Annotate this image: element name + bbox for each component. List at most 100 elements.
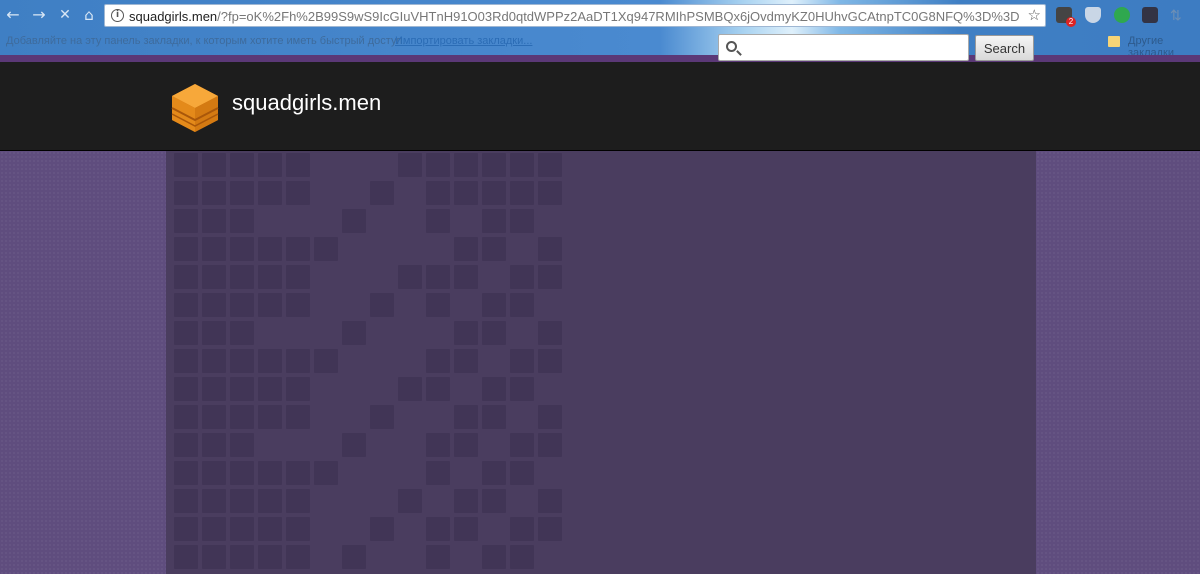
pattern-tile (286, 545, 310, 569)
pattern-tile (230, 349, 254, 373)
pattern-tile (286, 293, 310, 317)
pattern-tile (286, 461, 310, 485)
search-input[interactable] (718, 34, 969, 61)
pattern-tile (482, 461, 506, 485)
pattern-tile (482, 405, 506, 429)
pattern-tile (538, 349, 562, 373)
pattern-tile (538, 181, 562, 205)
pattern-tile (174, 181, 198, 205)
pattern-tile (370, 405, 394, 429)
pattern-tile (510, 265, 534, 289)
pattern-tile (538, 405, 562, 429)
address-bar[interactable]: i squadgirls.men/?fp=oK%2Fh%2B99S9wS9IcG… (104, 4, 1046, 27)
sync-arrows-icon[interactable]: ⇅ (1170, 7, 1184, 23)
home-icon[interactable]: ⌂ (78, 4, 100, 26)
pattern-tile (230, 433, 254, 457)
pattern-tile (482, 153, 506, 177)
pattern-tile (538, 265, 562, 289)
pattern-tile (426, 433, 450, 457)
pattern-tile (426, 209, 450, 233)
pattern-tile (538, 489, 562, 513)
pattern-tile (286, 181, 310, 205)
pattern-tile (202, 405, 226, 429)
pattern-tile (342, 209, 366, 233)
pattern-tile (510, 545, 534, 569)
folder-icon (1108, 36, 1120, 47)
pattern-tile (202, 461, 226, 485)
pattern-tile (230, 405, 254, 429)
pattern-tile (174, 377, 198, 401)
pattern-tile (202, 321, 226, 345)
pattern-tile (258, 181, 282, 205)
pattern-tile (202, 545, 226, 569)
pattern-tile (230, 293, 254, 317)
background-pattern (174, 151, 570, 574)
pattern-tile (230, 209, 254, 233)
back-arrow-icon[interactable]: ← (2, 4, 24, 26)
pattern-tile (454, 489, 478, 513)
pattern-tile (230, 153, 254, 177)
pattern-tile (426, 181, 450, 205)
pattern-tile (426, 265, 450, 289)
pattern-tile (202, 489, 226, 513)
pattern-tile (426, 461, 450, 485)
pattern-tile (230, 377, 254, 401)
pattern-tile (510, 433, 534, 457)
stop-icon[interactable]: ✕ (54, 4, 76, 26)
checkmark-icon[interactable] (1114, 7, 1130, 23)
logo-cube-icon[interactable] (170, 82, 220, 134)
forward-arrow-icon[interactable]: → (28, 4, 50, 26)
extension-icon-dark[interactable] (1142, 7, 1158, 23)
url-text[interactable]: squadgirls.men/?fp=oK%2Fh%2B99S9wS9IcGIu… (129, 9, 1019, 24)
pattern-tile (174, 349, 198, 373)
pattern-tile (426, 517, 450, 541)
site-title[interactable]: squadgirls.men (232, 90, 381, 116)
pattern-tile (202, 265, 226, 289)
pattern-tile (510, 349, 534, 373)
pattern-tile (174, 433, 198, 457)
pattern-tile (202, 349, 226, 373)
pattern-tile (258, 377, 282, 401)
pattern-tile (510, 461, 534, 485)
pattern-tile (174, 209, 198, 233)
pattern-tile (174, 489, 198, 513)
pattern-tile (454, 181, 478, 205)
pattern-tile (202, 433, 226, 457)
pattern-tile (230, 461, 254, 485)
pattern-tile (398, 265, 422, 289)
pattern-tile (230, 237, 254, 261)
pattern-tile (342, 545, 366, 569)
pattern-tile (202, 377, 226, 401)
pattern-tile (426, 545, 450, 569)
pattern-tile (286, 237, 310, 261)
pattern-tile (314, 461, 338, 485)
import-bookmarks-link[interactable]: Импортировать закладки... (395, 35, 532, 47)
site-info-icon[interactable]: i (111, 9, 124, 22)
right-background (1036, 151, 1200, 574)
search-button[interactable]: Search (975, 35, 1034, 61)
pattern-tile (202, 181, 226, 205)
pattern-tile (454, 321, 478, 345)
pattern-tile (426, 349, 450, 373)
pattern-tile (454, 433, 478, 457)
pattern-tile (482, 489, 506, 513)
pattern-tile (202, 153, 226, 177)
pattern-tile (510, 153, 534, 177)
pattern-tile (370, 293, 394, 317)
pattern-tile (258, 349, 282, 373)
bookmark-star-icon[interactable]: ☆ (1028, 6, 1041, 24)
url-host: squadgirls.men (129, 9, 218, 24)
pattern-tile (510, 181, 534, 205)
pattern-tile (538, 153, 562, 177)
pattern-tile (314, 349, 338, 373)
pattern-tile (174, 517, 198, 541)
pattern-tile (314, 237, 338, 261)
url-path: /?fp=oK%2Fh%2B99S9wS9IcGIuVHTnH91O03Rd0q… (217, 9, 1019, 24)
pattern-tile (230, 321, 254, 345)
pattern-tile (538, 433, 562, 457)
pattern-tile (202, 293, 226, 317)
pattern-tile (426, 377, 450, 401)
pattern-tile (538, 321, 562, 345)
shield-icon[interactable] (1085, 7, 1101, 23)
pattern-tile (426, 293, 450, 317)
